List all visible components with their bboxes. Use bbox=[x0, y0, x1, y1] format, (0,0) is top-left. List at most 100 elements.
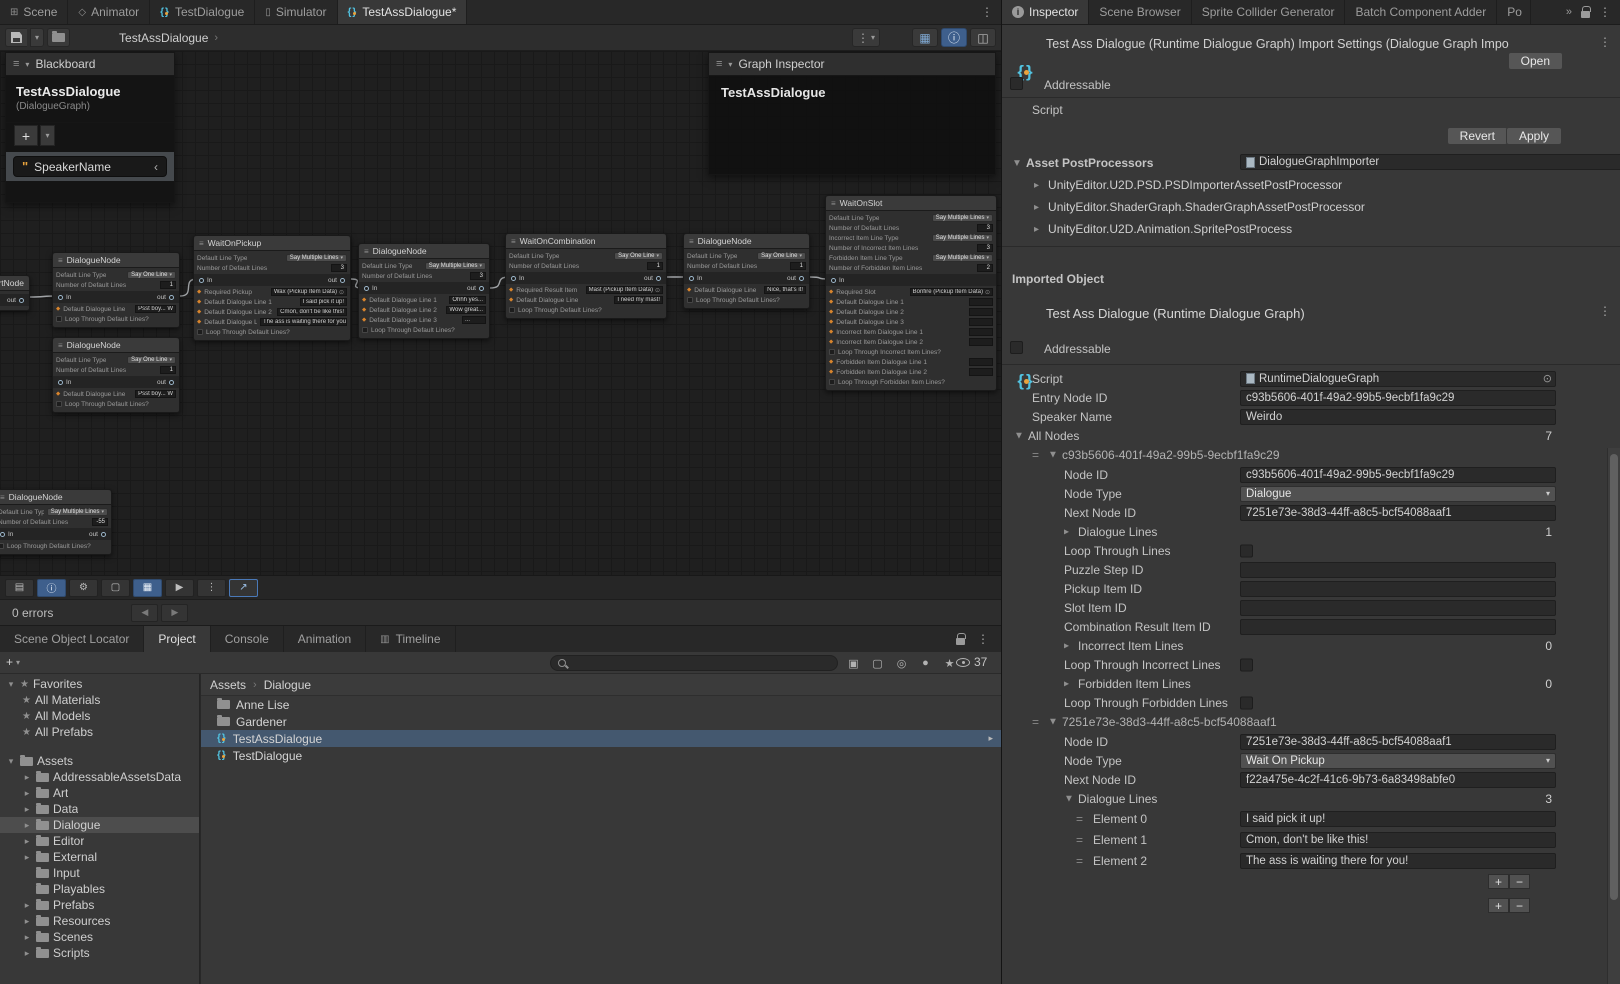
tab-scene-browser[interactable]: Scene Browser bbox=[1089, 0, 1191, 24]
tab-sprite-collider-generator[interactable]: Sprite Collider Generator bbox=[1192, 0, 1346, 24]
foldout-arrow-icon[interactable]: ▸ bbox=[1064, 526, 1069, 537]
search-type-button[interactable]: ▣ bbox=[843, 654, 864, 672]
script-field[interactable]: DialogueGraphImporter ⊙ bbox=[1240, 154, 1620, 170]
node-text-field[interactable]: Cmon, don't be like this! bbox=[277, 308, 347, 316]
node-dropdown[interactable]: Say Multiple Lines▾ bbox=[425, 262, 486, 270]
node-text-field[interactable]: I need my mast! bbox=[614, 296, 663, 304]
postprocessor-item[interactable]: ▸UnityEditor.ShaderGraph.ShaderGraphAsse… bbox=[1002, 196, 1620, 218]
node-dropdown[interactable]: Say Multiple Lines▾ bbox=[47, 508, 108, 516]
node-number-field[interactable]: 1 bbox=[790, 262, 806, 270]
tree-item-prefabs[interactable]: ▸Prefabs bbox=[0, 897, 199, 913]
chevron-right-icon[interactable]: ▸ bbox=[1034, 224, 1039, 235]
tree-item-scripts[interactable]: ▸Scripts bbox=[0, 945, 199, 961]
checkbox[interactable] bbox=[0, 543, 4, 549]
input-port[interactable]: In bbox=[0, 531, 13, 538]
more-button[interactable]: ⋮ bbox=[197, 579, 226, 597]
node-dropdown[interactable]: Say Multiple Lines▾ bbox=[932, 234, 993, 242]
node-number-field[interactable]: 3 bbox=[977, 244, 993, 252]
node-text-field[interactable] bbox=[969, 368, 993, 376]
tab-scroll-icon[interactable]: » bbox=[1566, 6, 1572, 18]
graph-node-waitonpickup[interactable]: ≡WaitOnPickupDefault Line TypeSay Multip… bbox=[193, 235, 351, 341]
apply-button[interactable]: Apply bbox=[1506, 127, 1562, 145]
breadcrumb-assets[interactable]: Assets bbox=[210, 678, 246, 692]
checkbox[interactable] bbox=[362, 327, 368, 333]
dialogue-graph-canvas[interactable]: ≡StartNodeout≡DialogueNodeDefault Line T… bbox=[0, 51, 1001, 575]
property-dropdown[interactable]: Wait On Pickup▾ bbox=[1240, 753, 1556, 769]
node-section-header[interactable]: =▼c93b5606-401f-49a2-99b5-9ecbf1fa9c29 bbox=[1002, 445, 1607, 465]
asset-item-gardener[interactable]: Gardener bbox=[201, 713, 1001, 730]
remove-element-button[interactable]: − bbox=[1509, 898, 1530, 913]
node-text-field[interactable]: The ass is waiting there for you! bbox=[260, 318, 347, 326]
node-dropdown[interactable]: Say Multiple Lines▾ bbox=[932, 214, 993, 222]
tools-button[interactable]: ⚙ bbox=[69, 579, 98, 597]
output-port[interactable]: out bbox=[328, 277, 345, 284]
foldout-arrow-icon[interactable]: ▼ bbox=[1012, 158, 1022, 169]
tab-testassdialogue[interactable]: {} TestAssDialogue* bbox=[338, 0, 468, 24]
tab-bar-menu-icon[interactable]: ⋮ bbox=[973, 6, 1001, 18]
open-button[interactable]: Open bbox=[1508, 52, 1563, 70]
chevron-down-icon[interactable]: ▾ bbox=[6, 756, 16, 767]
graph-node-dialoguenode[interactable]: ≡DialogueNodeDefault Line TypeSay One Li… bbox=[683, 233, 810, 309]
tab-project[interactable]: Project bbox=[144, 626, 210, 652]
node-dropdown[interactable]: Say One Line▾ bbox=[614, 252, 663, 260]
graph-node-dialoguenode[interactable]: ≡DialogueNodeDefault Line TypeSay One Li… bbox=[52, 337, 180, 413]
node-number-field[interactable]: 1 bbox=[160, 366, 176, 374]
tab-scene[interactable]: ⊞ Scene bbox=[0, 0, 68, 24]
tree-item-external[interactable]: ▸External bbox=[0, 849, 199, 865]
tab-console[interactable]: Console bbox=[211, 626, 284, 652]
node-dropdown[interactable]: Say Multiple Lines▾ bbox=[286, 254, 347, 262]
tree-item-all-prefabs[interactable]: ★All Prefabs bbox=[0, 724, 199, 740]
minimap-button[interactable]: ▦ bbox=[133, 579, 162, 597]
tree-item-addressableassetsdata[interactable]: ▸AddressableAssetsData bbox=[0, 769, 199, 785]
collapse-icon[interactable]: ‹ bbox=[154, 160, 158, 174]
foldout-arrow-icon[interactable]: ▼ bbox=[1048, 717, 1058, 728]
chevron-down-icon[interactable]: ▾ bbox=[6, 679, 16, 690]
node-text-field[interactable] bbox=[969, 338, 993, 346]
tab-testdialogue[interactable]: {} TestDialogue bbox=[150, 0, 255, 24]
blackboard-header[interactable]: ≡ ▾ Blackboard bbox=[5, 52, 175, 76]
output-port[interactable]: out bbox=[787, 275, 804, 282]
graph-node-waitonslot[interactable]: ≡WaitOnSlotDefault Line TypeSay Multiple… bbox=[825, 195, 997, 391]
node-text-field[interactable] bbox=[969, 358, 993, 366]
node-list-button[interactable]: ▤ bbox=[5, 579, 34, 597]
chevron-right-icon[interactable]: ▸ bbox=[22, 852, 32, 863]
node-number-field[interactable]: 1 bbox=[160, 281, 176, 289]
foldout-arrow-icon[interactable]: ▼ bbox=[1048, 450, 1058, 461]
input-port[interactable]: In bbox=[689, 275, 702, 282]
property-value-field[interactable]: I said pick it up! bbox=[1240, 811, 1556, 827]
add-property-dropdown[interactable]: ▾ bbox=[40, 125, 55, 146]
search-input[interactable] bbox=[571, 657, 830, 669]
array-size-value[interactable]: 3 bbox=[1545, 792, 1552, 806]
node-text-field[interactable] bbox=[969, 308, 993, 316]
alert-button[interactable]: ● bbox=[915, 654, 936, 672]
inspector-scrollbar[interactable] bbox=[1607, 448, 1620, 984]
node-text-field[interactable]: Psst boy... W bbox=[135, 390, 176, 398]
tree-item-editor[interactable]: ▸Editor bbox=[0, 833, 199, 849]
property-value-field[interactable] bbox=[1240, 619, 1556, 635]
foldout-arrow-icon[interactable]: ▼ bbox=[1014, 430, 1024, 441]
save-button[interactable] bbox=[5, 28, 27, 47]
create-asset-button[interactable]: + ▾ bbox=[6, 655, 20, 669]
project-menu-icon[interactable]: ⋮ bbox=[977, 633, 989, 645]
blackboard-field-speakername[interactable]: " SpeakerName ‹ bbox=[13, 156, 167, 177]
tab-inspector[interactable]: i Inspector bbox=[1002, 0, 1089, 24]
graph-node-dialoguenode[interactable]: ≡DialogueNodeDefault Line TypeSay Multip… bbox=[358, 243, 490, 339]
tab-overflow[interactable]: Po bbox=[1497, 0, 1531, 24]
tree-item-resources[interactable]: ▸Resources bbox=[0, 913, 199, 929]
tree-item-data[interactable]: ▸Data bbox=[0, 801, 199, 817]
array-size-value[interactable]: 7 bbox=[1545, 429, 1552, 443]
graph-inspector-toggle-button[interactable]: ⓘ bbox=[941, 28, 967, 47]
expand-subassets-icon[interactable]: ▸ bbox=[988, 733, 993, 744]
array-size-value[interactable]: 1 bbox=[1545, 525, 1552, 539]
chevron-right-icon[interactable]: ▸ bbox=[22, 804, 32, 815]
add-property-button[interactable]: + bbox=[14, 125, 38, 146]
chevron-right-icon[interactable]: ▸ bbox=[22, 916, 32, 927]
node-number-field[interactable]: 3 bbox=[331, 264, 347, 272]
chevron-right-icon[interactable]: ▸ bbox=[22, 900, 32, 911]
property-value-field[interactable]: 7251e73e-38d3-44ff-a8c5-bcf54088aaf1 bbox=[1240, 505, 1556, 521]
previous-error-button[interactable]: ◀ bbox=[131, 604, 158, 622]
inspector-menu-icon[interactable]: ⋮ bbox=[1599, 6, 1611, 18]
node-text-field[interactable]: Ohhh yes... bbox=[449, 296, 486, 304]
node-text-field[interactable]: Wow great... bbox=[446, 306, 486, 314]
property-value-field[interactable]: 7251e73e-38d3-44ff-a8c5-bcf54088aaf1 bbox=[1240, 734, 1556, 750]
